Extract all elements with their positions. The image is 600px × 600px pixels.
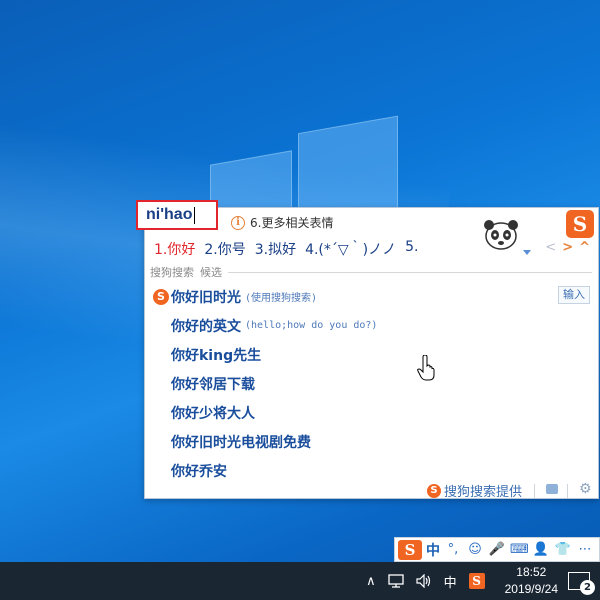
sogou-tray-icon[interactable]: S	[468, 573, 485, 589]
suggestion-text: 你好旧时光电视剧免费	[171, 434, 311, 451]
sogou-search-icon: S	[153, 288, 169, 305]
feedback-icon[interactable]	[546, 484, 558, 494]
candidate-3[interactable]: 3.拟好	[255, 239, 296, 259]
suggestion-note: (hello;how do you do?)	[245, 320, 378, 331]
footer-divider	[567, 484, 568, 498]
section-title: 搜狗搜索	[150, 266, 194, 279]
microphone-icon[interactable]: 🎤	[488, 542, 506, 557]
keyboard-icon[interactable]: ⌨	[510, 542, 529, 557]
suggestion-row[interactable]: 你好旧时光电视剧免费	[153, 427, 590, 456]
chinese-mode-toggle[interactable]: 中	[426, 540, 440, 560]
notification-count: 2	[580, 580, 595, 595]
panda-mascot-icon[interactable]	[481, 216, 521, 252]
composition-text: ni'hao	[146, 206, 193, 223]
punctuation-toggle[interactable]: °,	[444, 542, 462, 557]
expand-candidates-icon[interactable]	[523, 250, 531, 255]
sogou-small-icon: S	[427, 483, 441, 498]
suggestion-text: 你好乔安	[171, 463, 227, 480]
collapse-icon[interactable]: ^	[579, 240, 590, 255]
suggestion-row[interactable]: 你好少将大人	[153, 398, 590, 427]
ime-candidate-window: ni'hao i 6.更多相关表情 S 1.你好 2.你号 3.拟好 4.(*´…	[136, 200, 599, 500]
suggestion-row[interactable]: 你好king先生	[153, 340, 590, 369]
volume-icon[interactable]	[415, 574, 432, 588]
provider-text: 搜狗搜索提供	[444, 485, 523, 500]
suggestion-row[interactable]: 你好的英文 (hello;how do you do?)	[153, 311, 590, 340]
next-page-icon[interactable]: >	[562, 240, 573, 255]
candidate-4[interactable]: 4.(*´▽｀)ノノ	[305, 239, 396, 259]
suggestion-text: 你好邻居下载	[171, 376, 255, 393]
clock-date: 2019/9/24	[504, 582, 558, 596]
taskbar: ∧ 中 S 18:52 2019/9/24 2	[0, 562, 600, 600]
sogou-logo-icon[interactable]: S	[566, 210, 594, 238]
clock-time: 18:52	[516, 565, 547, 579]
suggestion-text: 你好的英文	[171, 318, 241, 335]
candidate-1[interactable]: 1.你好	[154, 239, 195, 259]
suggestion-row[interactable]: 你好乔安	[153, 456, 590, 485]
info-icon: i	[231, 215, 245, 230]
hint-text: 6.更多相关表情	[250, 216, 334, 230]
suggestion-text: 你好旧时光	[171, 289, 241, 306]
chevron-up-icon[interactable]: ∧	[366, 574, 376, 589]
user-icon[interactable]: 👤	[532, 542, 550, 557]
candidate-5[interactable]: 5.	[405, 239, 418, 259]
suggestion-note: (使用搜狗搜索)	[245, 293, 318, 304]
suggestion-text: 你好king先生	[171, 347, 262, 364]
hand-cursor-icon	[417, 355, 435, 381]
search-provider-link[interactable]: S 搜狗搜索提供	[427, 481, 522, 500]
section-subtitle: 候选	[200, 266, 222, 279]
action-center-icon[interactable]: 2	[568, 572, 595, 595]
input-button[interactable]: 输入	[558, 286, 590, 304]
emoji-icon[interactable]: ☺	[466, 542, 484, 557]
network-icon[interactable]	[387, 574, 404, 588]
suggestion-text: 你好少将大人	[171, 405, 255, 422]
section-divider	[228, 271, 592, 273]
skin-shirt-icon[interactable]: 👕	[554, 542, 572, 557]
search-section-header: 搜狗搜索 候选	[150, 264, 592, 280]
footer-divider	[534, 484, 535, 498]
clock[interactable]: 18:52 2019/9/24	[505, 564, 558, 598]
more-emoji-hint[interactable]: i 6.更多相关表情	[231, 214, 333, 231]
more-tools-icon[interactable]: ⋯	[576, 542, 594, 557]
search-suggestions: S 你好旧时光 (使用搜狗搜索) 输入 你好的英文 (hello;how do …	[153, 282, 590, 485]
suggestion-row[interactable]: 你好邻居下载	[153, 369, 590, 398]
suggestion-row[interactable]: S 你好旧时光 (使用搜狗搜索) 输入	[153, 282, 590, 311]
input-language-indicator[interactable]: 中	[444, 572, 457, 591]
system-tray: ∧ 中 S 18:52 2019/9/24 2	[360, 562, 600, 600]
candidate-2[interactable]: 2.你号	[204, 239, 245, 259]
gear-icon[interactable]: ⚙	[579, 481, 592, 497]
candidate-list: 1.你好 2.你号 3.拟好 4.(*´▽｀)ノノ 5.	[154, 239, 419, 259]
candidate-nav: < > ^	[545, 240, 590, 255]
prev-page-icon[interactable]: <	[545, 240, 556, 255]
sogou-status-bar: S 中 °, ☺ 🎤 ⌨ 👤 👕 ⋯	[394, 537, 600, 562]
text-caret	[194, 206, 196, 224]
composition-box[interactable]: ni'hao	[136, 200, 218, 230]
sogou-toolbar-logo[interactable]: S	[398, 539, 422, 560]
